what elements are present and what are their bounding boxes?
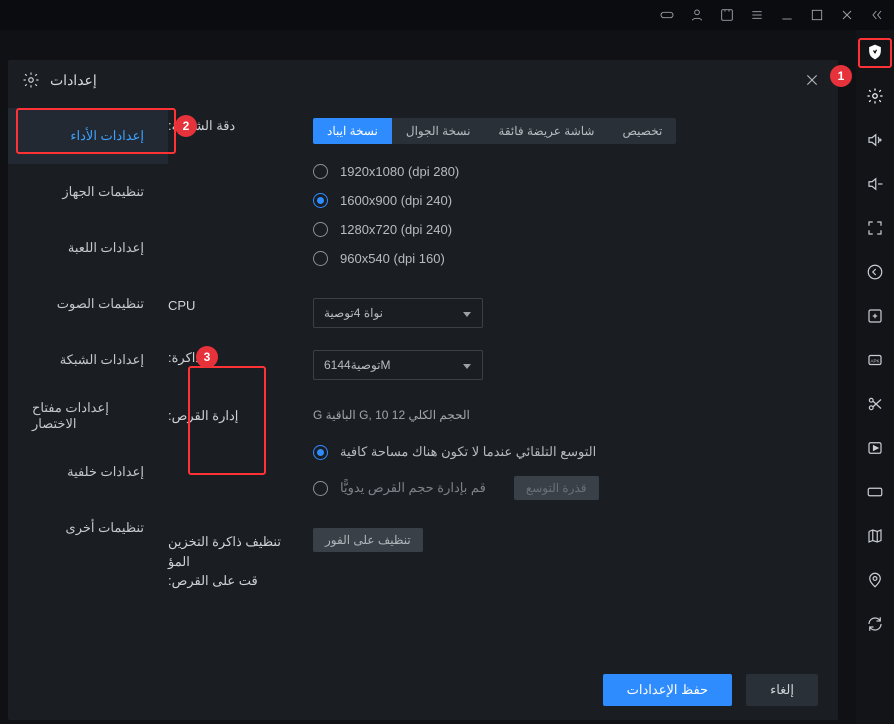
hamburger-icon[interactable] [746,4,768,26]
memory-dropdown[interactable]: توصية6144M [313,350,483,380]
shield-icon[interactable] [863,40,887,64]
radio-icon [313,481,328,496]
svg-text:APK: APK [870,358,879,363]
memory-dropdown-value: توصية6144M [324,358,391,372]
user-icon[interactable] [686,4,708,26]
window-close-icon[interactable] [836,4,858,26]
disk-auto-expand-option[interactable]: التوسع التلقائي عندما لا تكون هناك مساحة… [313,444,820,460]
screenshot-icon[interactable] [716,4,738,26]
settings-tabs: إعدادات الأداء تنظيمات الجهاز إعدادات ال… [8,100,168,660]
disk-manual-expand-label: قم بإدارة حجم القرص يدويًّا [340,480,486,496]
resolution-mode-custom[interactable]: تخصيص [608,118,676,144]
play-box-icon[interactable] [863,436,887,460]
resolution-option-label: 1920x1080 (dpi 280) [340,164,459,179]
tab-network[interactable]: إعدادات الشبكة [8,332,168,388]
cpu-dropdown[interactable]: نواة 4توصية [313,298,483,328]
tab-shortcut[interactable]: إعدادات مفتاح الاختصار [8,388,168,444]
settings-window: إعدادات إعدادات الأداء تنظيمات الجهاز إع… [8,60,838,720]
gamepad-icon[interactable] [656,4,678,26]
app-top-menubar [0,0,894,30]
radio-icon [313,251,328,266]
resolution-option-label: 960x540 (dpi 160) [340,251,445,266]
back-icon[interactable] [863,260,887,284]
keyboard-box-icon[interactable] [863,480,887,504]
cpu-dropdown-value: نواة 4توصية [324,306,383,320]
tab-other[interactable]: تنظيمات أخرى [8,500,168,556]
location-pin-icon[interactable] [863,568,887,592]
tab-game[interactable]: إعدادات اللعبة [8,220,168,276]
resolution-mode-tabs: نسخة ايباد نسخة الجوال شاشة عريضة فائقة … [313,118,820,144]
radio-icon [313,445,328,460]
window-maximize-icon[interactable] [806,4,828,26]
resolution-label: :دقة الشاشة [168,118,313,134]
resolution-mode-ultrawide[interactable]: شاشة عريضة فائقة [484,118,608,144]
volume-up-icon[interactable] [863,128,887,152]
tab-device[interactable]: تنظيمات الجهاز [8,164,168,220]
save-settings-button[interactable]: حفظ الإعدادات [603,674,732,706]
tab-sound[interactable]: تنظيمات الصوت [8,276,168,332]
disk-label: :إدارة القرص [168,408,313,424]
collapse-icon[interactable] [866,4,888,26]
disk-manual-expand-option[interactable]: قم بإدارة حجم القرص يدويًّا قذرة التوسع [313,476,820,500]
memory-label: :الذاكرة [168,350,313,366]
chevron-down-icon [462,360,472,370]
settings-footer: حفظ الإعدادات إلغاء [8,660,838,720]
settings-titlebar: إعدادات [8,60,838,100]
resolution-option-label: 1280x720 (dpi 240) [340,222,452,237]
settings-title: إعدادات [50,72,97,89]
settings-title-gear-icon [22,71,40,89]
add-window-icon[interactable] [863,304,887,328]
cancel-button[interactable]: إلغاء [746,674,818,706]
volume-mute-icon[interactable] [863,172,887,196]
radio-icon [313,164,328,179]
tab-background[interactable]: إعدادات خلفية [8,444,168,500]
disk-auto-expand-label: التوسع التلقائي عندما لا تكون هناك مساحة… [340,444,596,460]
disk-expand-button[interactable]: قذرة التوسع [514,476,599,500]
right-icon-sidebar: APK [856,30,894,724]
disk-info-text: G الباقية G, 10 الحجم الكلي 12 [313,408,820,422]
fullscreen-icon[interactable] [863,216,887,240]
settings-close-button[interactable] [800,68,824,92]
resolution-option-1080[interactable]: 1920x1080 (dpi 280) [313,164,820,179]
resolution-radio-list: 1920x1080 (dpi 280) 1600x900 (dpi 240) 1… [313,164,820,266]
tab-performance[interactable]: إعدادات الأداء [8,108,168,164]
chevron-down-icon [462,308,472,318]
resolution-mode-mobile[interactable]: نسخة الجوال [392,118,485,144]
radio-icon [313,193,328,208]
cpu-label: CPU [168,298,313,313]
map-icon[interactable] [863,524,887,548]
window-minimize-icon[interactable] [776,4,798,26]
clear-cache-label: تنظيف ذاكرة التخزين المؤ :قت على القرص [168,532,313,591]
settings-body: إعدادات الأداء تنظيمات الجهاز إعدادات ال… [8,100,838,660]
resolution-option-720[interactable]: 1280x720 (dpi 240) [313,222,820,237]
resolution-option-label: 1600x900 (dpi 240) [340,193,452,208]
resolution-option-900[interactable]: 1600x900 (dpi 240) [313,193,820,208]
settings-gear-icon[interactable] [863,84,887,108]
scissors-icon[interactable] [863,392,887,416]
radio-icon [313,222,328,237]
resolution-mode-ipad[interactable]: نسخة ايباد [313,118,392,144]
clear-cache-button[interactable]: تنظيف على الفور [313,528,423,552]
resolution-option-540[interactable]: 960x540 (dpi 160) [313,251,820,266]
apk-icon[interactable]: APK [863,348,887,372]
rotate-icon[interactable] [863,612,887,636]
settings-content: :دقة الشاشة نسخة ايباد نسخة الجوال شاشة … [168,100,838,660]
